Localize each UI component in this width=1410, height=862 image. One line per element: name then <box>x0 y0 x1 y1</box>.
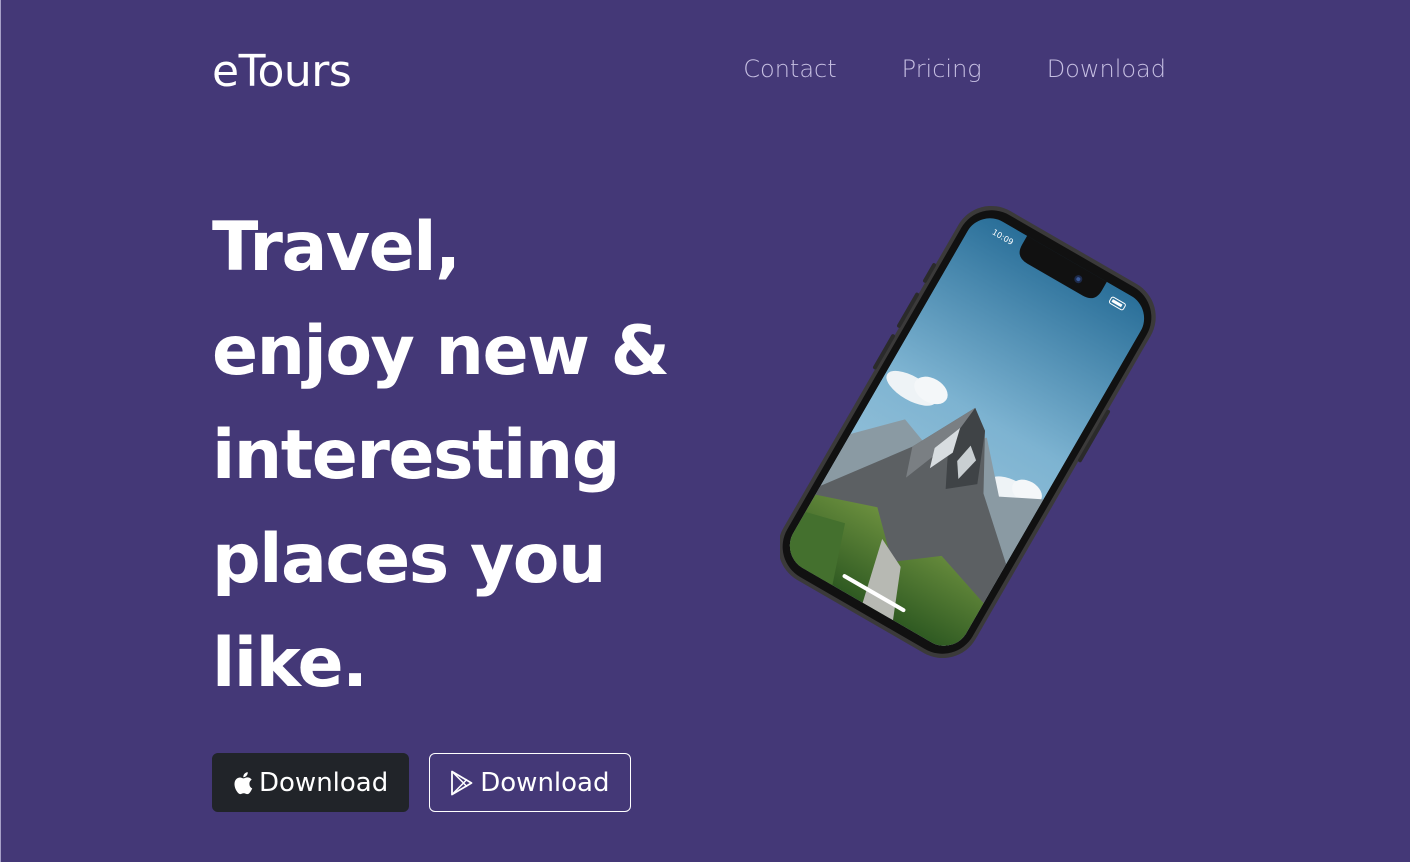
phone-illustration: 10:09 <box>778 205 1156 659</box>
phone-mockup: 10:09 <box>778 200 1160 670</box>
hero-title-line: interesting <box>212 416 620 495</box>
brand-logo[interactable]: eTours <box>212 46 352 98</box>
top-nav: eTours Contact Pricing Download <box>212 40 1166 104</box>
download-buttons: Download Download <box>212 753 631 812</box>
apple-icon <box>233 771 253 795</box>
nav-links: Contact Pricing Download <box>743 53 1166 85</box>
nav-link-download[interactable]: Download <box>1047 53 1166 85</box>
hero-title-line: places you <box>212 520 606 599</box>
page-edge <box>0 0 1 862</box>
hero-title: Travel, enjoy new & interesting places y… <box>212 196 772 716</box>
play-store-icon <box>450 770 474 796</box>
app-store-download-label: Download <box>259 767 389 798</box>
hero-title-line: like. <box>212 624 368 703</box>
play-store-download-button[interactable]: Download <box>429 753 631 812</box>
play-store-download-label: Download <box>480 767 610 798</box>
app-store-download-button[interactable]: Download <box>212 753 410 812</box>
nav-link-pricing[interactable]: Pricing <box>902 53 982 85</box>
hero-title-line: enjoy new & <box>212 312 670 391</box>
hero-title-line: Travel, <box>212 208 461 287</box>
nav-link-contact[interactable]: Contact <box>743 53 836 85</box>
